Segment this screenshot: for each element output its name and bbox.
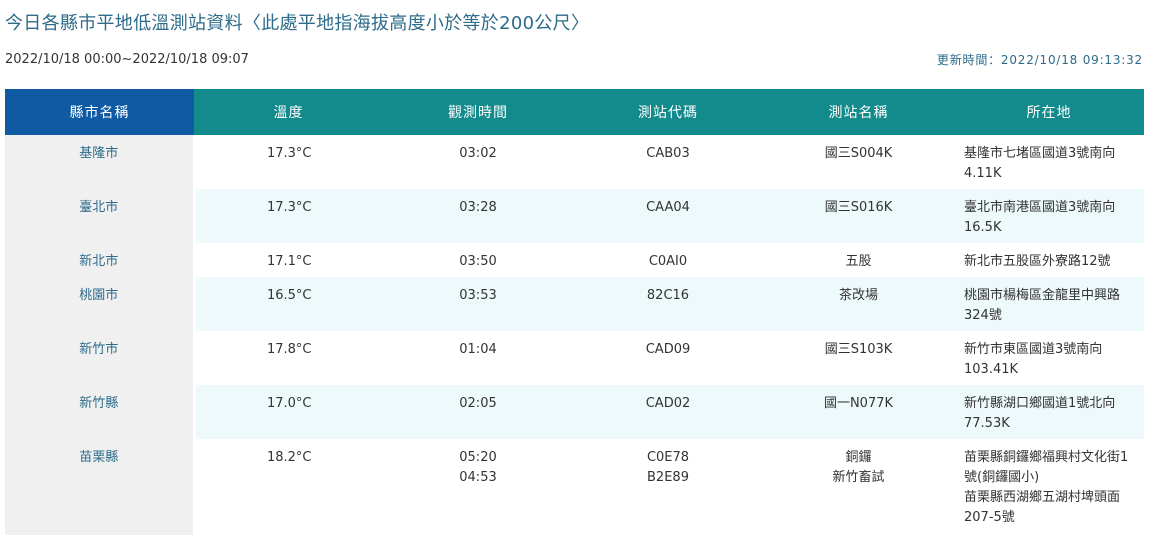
low-temperature-table: 縣市名稱 溫度 觀測時間 測站代碼 測站名稱 所在地 基隆市 17.3°C 03…	[5, 89, 1144, 535]
station-name-cell: 國三S016K	[763, 189, 954, 243]
temperature-cell: 16.5°C	[194, 277, 383, 331]
station-code-cell: 82C16	[573, 277, 763, 331]
county-cell[interactable]: 新竹縣	[5, 385, 196, 439]
station-name-cell: 銅鑼 新竹畜試	[763, 439, 954, 535]
table-row: 桃園市 16.5°C 03:53 82C16 茶改場 桃園市楊梅區金龍里中興路3…	[5, 277, 1144, 331]
observation-time-cell: 02:05	[383, 385, 573, 439]
location-value: 苗栗縣銅鑼鄉福興村文化街1號(銅鑼國小)	[964, 450, 1129, 485]
station-name-cell: 國一N077K	[763, 385, 954, 439]
header-station-code: 測站代碼	[573, 89, 763, 135]
location-cell: 臺北市南港區國道3號南向16.5K	[954, 189, 1144, 243]
station-code-cell: CAA04	[573, 189, 763, 243]
temperature-cell: 17.0°C	[194, 385, 383, 439]
observation-time-cell: 03:53	[383, 277, 573, 331]
location-cell: 新竹縣湖口鄉國道1號北向77.53K	[954, 385, 1144, 439]
county-cell[interactable]: 基隆市	[5, 135, 196, 189]
location-cell: 桃園市楊梅區金龍里中興路324號	[954, 277, 1144, 331]
county-cell[interactable]: 桃園市	[5, 277, 196, 331]
location-cell: 新竹市東區國道3號南向103.41K	[954, 331, 1144, 385]
table-row: 新北市 17.1°C 03:50 C0AI0 五股 新北市五股區外寮路12號	[5, 243, 1144, 277]
date-range: 2022/10/18 00:00~2022/10/18 09:07	[5, 52, 249, 67]
station-name-value: 新竹畜試	[832, 470, 885, 485]
update-time: 更新時間：2022/10/18 09:13:32	[936, 53, 1143, 67]
header-county: 縣市名稱	[5, 89, 194, 135]
temperature-cell: 17.3°C	[194, 135, 383, 189]
header-location: 所在地	[954, 89, 1144, 135]
observation-time-cell: 01:04	[383, 331, 573, 385]
temperature-cell: 17.3°C	[194, 189, 383, 243]
station-code-cell: C0AI0	[573, 243, 763, 277]
station-name-cell: 茶改場	[763, 277, 954, 331]
station-name-cell: 五股	[763, 243, 954, 277]
observation-time-cell: 03:02	[383, 135, 573, 189]
station-code-cell: CAB03	[573, 135, 763, 189]
station-name-cell: 國三S004K	[763, 135, 954, 189]
station-code-value: C0E78	[646, 450, 690, 465]
county-cell[interactable]: 苗栗縣	[5, 439, 196, 535]
station-name-cell: 國三S103K	[763, 331, 954, 385]
observation-time-cell: 05:20 04:53	[383, 439, 573, 535]
table-row: 新竹縣 17.0°C 02:05 CAD02 國一N077K 新竹縣湖口鄉國道1…	[5, 385, 1144, 439]
county-cell[interactable]: 臺北市	[5, 189, 196, 243]
county-cell[interactable]: 新竹市	[5, 331, 196, 385]
station-code-cell: C0E78 B2E89	[573, 439, 763, 535]
table-header-row: 縣市名稱 溫度 觀測時間 測站代碼 測站名稱 所在地	[5, 89, 1144, 135]
station-name-value: 銅鑼	[845, 450, 872, 465]
county-cell[interactable]: 新北市	[5, 243, 196, 277]
table-row: 新竹市 17.8°C 01:04 CAD09 國三S103K 新竹市東區國道3號…	[5, 331, 1144, 385]
location-value: 苗栗縣西湖鄉五湖村埤頭面207-5號	[964, 490, 1121, 525]
location-cell: 新北市五股區外寮路12號	[954, 243, 1144, 277]
location-cell: 苗栗縣銅鑼鄉福興村文化街1號(銅鑼國小) 苗栗縣西湖鄉五湖村埤頭面207-5號	[954, 439, 1144, 535]
observation-time-cell: 03:50	[383, 243, 573, 277]
table-row: 基隆市 17.3°C 03:02 CAB03 國三S004K 基隆市七堵區國道3…	[5, 135, 1144, 189]
page-title: 今日各縣市平地低溫測站資料〈此處平地指海拔高度小於等於200公尺〉	[5, 13, 590, 34]
station-code-value: B2E89	[647, 470, 689, 485]
table-row: 苗栗縣 18.2°C 05:20 04:53 C0E78 B2E89 銅鑼 新竹…	[5, 439, 1144, 535]
location-cell: 基隆市七堵區國道3號南向4.11K	[954, 135, 1144, 189]
table-row: 臺北市 17.3°C 03:28 CAA04 國三S016K 臺北市南港區國道3…	[5, 189, 1144, 243]
station-code-cell: CAD09	[573, 331, 763, 385]
header-station-name: 測站名稱	[763, 89, 954, 135]
header-observation-time: 觀測時間	[383, 89, 573, 135]
temperature-cell: 17.1°C	[194, 243, 383, 277]
observation-time-value: 05:20	[459, 450, 497, 465]
header-temperature: 溫度	[194, 89, 383, 135]
observation-time-value: 04:53	[459, 470, 497, 485]
temperature-cell: 17.8°C	[194, 331, 383, 385]
station-code-cell: CAD02	[573, 385, 763, 439]
temperature-cell: 18.2°C	[194, 439, 383, 535]
observation-time-cell: 03:28	[383, 189, 573, 243]
